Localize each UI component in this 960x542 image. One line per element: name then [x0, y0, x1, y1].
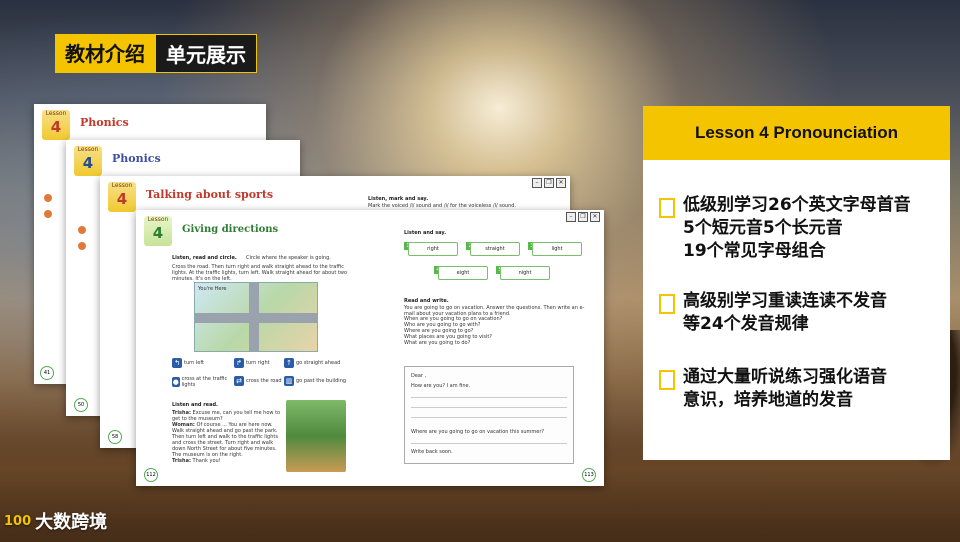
building-icon: ▥: [284, 376, 294, 386]
directions-grid: ↰ turn left ↱ turn right ↑ go straight ahea…: [172, 358, 350, 398]
question-list: When are you going to go on vacation? Wh…: [404, 316, 594, 346]
minimize-icon[interactable]: –: [532, 178, 542, 188]
bullet-icon: [659, 294, 675, 314]
info-bullet: 低级别学习26个英文字母首音 5个短元音5个长元音 19个常见字母组合: [659, 194, 911, 263]
page-number: 112: [144, 468, 158, 482]
email-form[interactable]: Dear , How are you? I am fine. Where are…: [404, 366, 574, 464]
bullet-icon: [659, 370, 675, 390]
restore-icon[interactable]: ❐: [578, 212, 588, 222]
exercise-3-detail: Mark the voiced /l/ sound and /i/ for th…: [368, 203, 517, 209]
direction-item: ↑ go straight ahead: [284, 358, 340, 368]
slide-title: 教材介绍 单元展示: [55, 34, 257, 73]
info-bullet: 高级别学习重读连读不发音 等24个发音规律: [659, 290, 887, 336]
exercise-3-title: Listen and say.: [404, 230, 447, 236]
direction-item: ↰ turn left: [172, 358, 204, 368]
close-icon[interactable]: ✕: [556, 178, 566, 188]
restore-icon[interactable]: ❐: [544, 178, 554, 188]
page-title: Talking about sports: [146, 188, 274, 201]
dialog: Trisha: Excuse me, can you tell me how t…: [172, 410, 282, 464]
direction-item: ⇄ cross the road: [234, 376, 282, 386]
close-icon[interactable]: ✕: [590, 212, 600, 222]
word-box: light: [532, 242, 582, 256]
direction-item: ▥ go past the building: [284, 376, 347, 386]
title-textbook-intro: 教材介绍: [55, 34, 155, 73]
page-number: 41: [40, 366, 54, 380]
word-box: straight: [470, 242, 520, 256]
map-label: You're Here: [198, 286, 227, 292]
page-number: 113: [582, 468, 596, 482]
girl-photo: [286, 400, 346, 472]
info-panel: Lesson 4 Pronounciation 低级别学习26个英文字母首音 5…: [643, 106, 950, 460]
turn-left-icon: ↰: [172, 358, 182, 368]
email-line: How are you? I am fine.: [411, 383, 471, 389]
logo-mark: 100: [4, 513, 32, 529]
email-greeting: Dear ,: [411, 373, 427, 379]
lesson-badge: Lesson 4: [42, 110, 70, 140]
email-line: Where are you going to go on vacation th…: [411, 429, 545, 435]
word-box: night: [500, 266, 550, 280]
lesson-badge: Lesson 4: [144, 216, 172, 246]
window-controls: – ❐ ✕: [566, 212, 600, 222]
page-title: Phonics: [80, 116, 129, 129]
lesson-badge: Lesson 4: [74, 146, 102, 176]
info-bullet: 通过大量听说练习强化语音 意识，培养地道的发音: [659, 366, 887, 412]
exercise-icon: [44, 210, 52, 218]
exercise-icon: [78, 226, 86, 234]
street-map-image: You're Here: [194, 282, 318, 352]
bullet-icon: [659, 198, 675, 218]
info-header: Lesson 4 Pronounciation: [643, 106, 950, 160]
traffic-light-icon: ●: [172, 377, 180, 387]
exercise-1-detail: Circle where the speaker is going.: [246, 255, 331, 261]
minimize-icon[interactable]: –: [566, 212, 576, 222]
brand-logo: 100 大数跨境: [4, 508, 107, 534]
direction-item: ● cross at the traffic lights: [172, 376, 228, 388]
direction-item: ↱ turn right: [234, 358, 270, 368]
page-title: Giving directions: [182, 224, 279, 235]
exercise-2-title: Listen and read.: [172, 402, 218, 408]
page-number: 58: [108, 430, 122, 444]
page-title: Phonics: [112, 152, 161, 165]
textbook-page-directions: – ❐ ✕ Lesson 4 Giving directions Listen,…: [136, 210, 604, 486]
exercise-1-text: Cross the road. Then turn right and walk…: [172, 264, 348, 282]
question-item: What are you going to do?: [404, 340, 471, 346]
title-unit-showcase: 单元展示: [155, 34, 257, 73]
email-sign: Write back soon.: [411, 449, 453, 455]
turn-right-icon: ↱: [234, 358, 244, 368]
exercise-3-title: Listen, mark and say.: [368, 196, 429, 202]
cross-road-icon: ⇄: [234, 376, 244, 386]
exercise-icon: [44, 194, 52, 202]
dialog-line: Trisha: Thank you!: [172, 458, 221, 464]
lesson-badge: Lesson 4: [108, 182, 136, 212]
exercise-4-title: Read and write.: [404, 298, 449, 304]
window-controls: – ❐ ✕: [532, 178, 566, 188]
page-number: 50: [74, 398, 88, 412]
word-box: right: [408, 242, 458, 256]
dialog-line: Trisha: Excuse me, can you tell me how t…: [172, 410, 281, 422]
exercise-1-title: Listen, read and circle.: [172, 255, 237, 261]
exercise-icon: [78, 242, 86, 250]
straight-ahead-icon: ↑: [284, 358, 294, 368]
word-box: eight: [438, 266, 488, 280]
logo-text: 大数跨境: [35, 512, 108, 533]
dialog-line: Woman: Of course ... You are here now. W…: [172, 422, 278, 458]
